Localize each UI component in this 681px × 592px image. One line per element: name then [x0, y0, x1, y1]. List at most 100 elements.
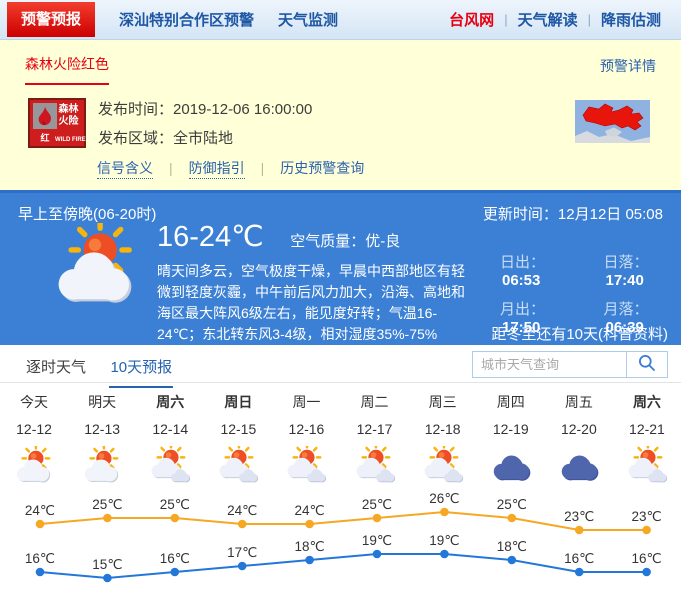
sun-moon-label: 月出：	[500, 301, 545, 318]
temp-point	[238, 520, 247, 529]
temp-point	[171, 514, 180, 523]
weather-description: 晴天间多云，空气极度干燥，早晨中西部地区有轻微到轻度灰霾，中午前后风力加大，沿海…	[157, 261, 472, 345]
temp-point	[36, 520, 45, 529]
weather-icon-sun-clouds	[204, 441, 272, 489]
search-button[interactable]	[626, 352, 667, 377]
sun-moon-item-1: 日落：17:40	[604, 251, 681, 289]
temp-point	[238, 562, 247, 571]
warning-quick-links: 信号含义 | 防御指引 | 历史预警查询	[97, 158, 364, 178]
temp-label: 25℃	[160, 497, 190, 512]
air-quality: 空气质量：优-良	[290, 233, 400, 250]
temperature-chart: 24℃25℃25℃24℃24℃25℃26℃25℃23℃23℃16℃15℃16℃1…	[0, 489, 681, 592]
warning-panel: 森林火险红色 预警详情 森林 火险 红 WILD FIRE	[0, 40, 681, 190]
current-weather-panel: 早上至傍晚(06-20时) 更新时间：12月12日 05:08 16-24℃ 空…	[0, 190, 681, 345]
day-date-6: 12-18	[409, 413, 477, 441]
day-date-9: 12-21	[613, 413, 681, 441]
day-name-9: 周六	[613, 393, 681, 413]
warning-details-link[interactable]: 预警详情	[600, 56, 656, 76]
weather-icon-sun-clouds	[409, 441, 477, 489]
weather-app: 预警预报 深汕特别合作区预警 天气监测 台风网 | 天气解读 | 降雨估测 森林火险红色…	[0, 0, 681, 592]
sun-moon-label: 日落：	[604, 254, 649, 271]
tab-10day-forecast[interactable]: 10天预报	[109, 345, 173, 388]
temp-label: 23℃	[564, 509, 594, 524]
publish-time-label: 发布时间：	[98, 101, 173, 118]
sun-moon-value: 17:40	[606, 272, 644, 289]
temp-label: 24℃	[25, 503, 55, 518]
day-date-7: 12-19	[477, 413, 545, 441]
warning-region-map[interactable]	[575, 100, 650, 143]
separator: |	[504, 12, 507, 27]
temp-point	[508, 556, 517, 565]
separator: |	[261, 160, 265, 176]
weather-icon-sun-clouds	[613, 441, 681, 489]
temp-point	[103, 514, 112, 523]
top-navigation: 预警预报 深汕特别合作区预警 天气监测 台风网 | 天气解读 | 降雨估测	[0, 0, 681, 40]
weather-icon-dark-cloud	[477, 441, 545, 489]
sun-moon-label: 月落：	[604, 301, 649, 318]
temp-point	[305, 520, 314, 529]
temp-label: 25℃	[362, 497, 392, 512]
temp-point	[373, 514, 382, 523]
warning-link-0[interactable]: 信号含义	[97, 160, 153, 179]
day-name-7: 周四	[477, 393, 545, 413]
temp-label: 16℃	[25, 551, 55, 566]
weather-icon-sun-clouds	[340, 441, 408, 489]
tab-warning-forecast[interactable]: 预警预报	[7, 2, 95, 37]
tab-forest-fire-red[interactable]: 森林火险红色	[25, 54, 109, 85]
temp-point	[373, 550, 382, 559]
separator: |	[588, 12, 591, 27]
temp-label: 16℃	[632, 551, 662, 566]
warning-link-1[interactable]: 防御指引	[189, 160, 245, 179]
temp-label: 16℃	[564, 551, 594, 566]
flame-icon	[33, 103, 57, 129]
day-name-2: 周六	[136, 393, 204, 413]
warning-link-2[interactable]: 历史预警查询	[280, 160, 364, 176]
weather-icon-sun-cloud	[48, 223, 144, 311]
nav-link-1[interactable]: 天气解读	[518, 9, 578, 30]
temp-point	[575, 568, 584, 577]
day-name-8: 周五	[545, 393, 613, 413]
temp-label: 17℃	[227, 545, 257, 560]
temp-point	[171, 568, 180, 577]
temp-line-1	[40, 554, 647, 578]
day-date-3: 12-15	[204, 413, 272, 441]
sun-moon-item-0: 日出：06:53	[500, 251, 578, 289]
top-right-links: 台风网 | 天气解读 | 降雨估测	[449, 9, 681, 30]
city-search-input[interactable]	[473, 352, 626, 377]
temp-label: 25℃	[92, 497, 122, 512]
separator: |	[169, 160, 173, 176]
update-time-label: 更新时间：	[483, 206, 558, 223]
publish-area-value: 全市陆地	[173, 130, 233, 147]
tab-hourly-weather[interactable]: 逐时天气	[25, 345, 87, 386]
temp-label: 18℃	[295, 539, 325, 554]
solstice-note: 距冬至还有10天(科普资料)	[491, 323, 668, 344]
weather-icon-sun-cloud	[0, 441, 68, 489]
nav-link-2[interactable]: 降雨估测	[601, 9, 661, 30]
badge-title-line1: 森林	[59, 104, 79, 115]
temp-label: 19℃	[362, 533, 392, 548]
weather-icon-sun-clouds	[272, 441, 340, 489]
weather-icon-sun-clouds	[136, 441, 204, 489]
city-search-box	[472, 351, 668, 378]
temp-label: 15℃	[92, 557, 122, 572]
tab-weather-monitoring[interactable]: 天气监测	[278, 9, 338, 30]
update-time: 更新时间：12月12日 05:08	[483, 203, 663, 224]
air-quality-value: 优-良	[365, 233, 400, 250]
temperature-range: 16-24℃	[157, 221, 264, 253]
update-time-value: 12月12日 05:08	[558, 206, 663, 223]
publish-time-value: 2019-12-06 16:00:00	[173, 101, 312, 118]
warning-info: 发布时间：2019-12-06 16:00:00 发布区域：全市陆地	[98, 98, 312, 156]
temp-point	[305, 556, 314, 565]
forecast-section: 逐时天气 10天预报 今天明天周六周日周一周二周三周四周五周六12-1212-1…	[0, 345, 681, 592]
temp-label: 24℃	[295, 503, 325, 518]
day-name-1: 明天	[68, 393, 136, 413]
day-name-6: 周三	[409, 393, 477, 413]
weather-icon-dark-cloud	[545, 441, 613, 489]
air-quality-label: 空气质量：	[290, 233, 365, 250]
sun-moon-value: 06:53	[502, 272, 540, 289]
tab-shenshan-cooperation-warning[interactable]: 深汕特别合作区预警	[119, 9, 254, 30]
forecast-period: 早上至傍晚(06-20时)	[18, 206, 156, 223]
nav-link-0[interactable]: 台风网	[449, 9, 494, 30]
temp-label: 16℃	[160, 551, 190, 566]
badge-level: 红	[33, 131, 57, 144]
